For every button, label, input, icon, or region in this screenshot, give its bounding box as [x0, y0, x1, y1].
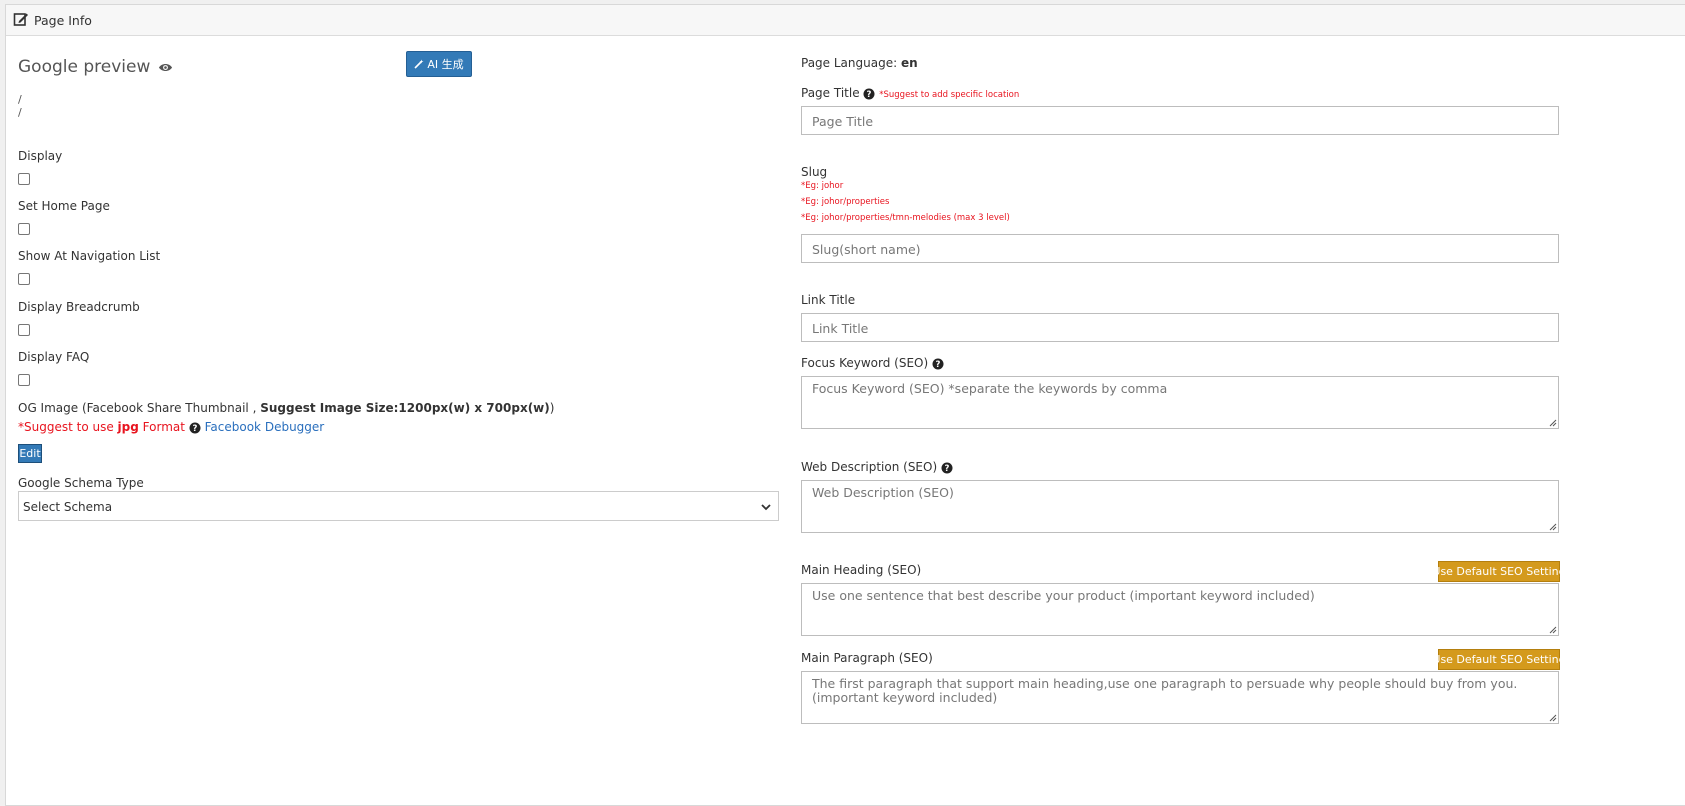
- main-heading-textarea[interactable]: Use one sentence that best describe your…: [801, 583, 1559, 636]
- slug-example-3: *Eg: johor/properties/tmn-melodies (max …: [801, 213, 1010, 223]
- schema-type-select[interactable]: Select Schema: [18, 491, 779, 521]
- show-navigation-label: Show At Navigation List: [18, 249, 161, 263]
- question-circle-icon[interactable]: ?: [932, 358, 944, 370]
- display-checkbox[interactable]: [18, 173, 30, 185]
- panel-title: Page Info: [34, 13, 92, 28]
- question-circle-icon[interactable]: ?: [863, 88, 875, 100]
- slug-placeholder: Slug(short name): [812, 242, 921, 257]
- format-hint-suffix: Format: [142, 420, 185, 434]
- main-paragraph-textarea[interactable]: The first paragraph that support main he…: [801, 671, 1559, 724]
- web-description-label: Web Description (SEO): [801, 460, 938, 474]
- page-title-label-row: Page Title ? *Suggest to add specific lo…: [801, 86, 1019, 100]
- display-label: Display: [18, 149, 63, 163]
- svg-text:?: ?: [945, 464, 950, 474]
- display-breadcrumb-checkbox[interactable]: [18, 324, 30, 336]
- display-faq-label: Display FAQ: [18, 350, 90, 364]
- main-paragraph-label: Main Paragraph (SEO): [801, 651, 933, 665]
- web-description-placeholder: Web Description (SEO): [812, 485, 954, 500]
- format-hint-jpg: jpg: [117, 420, 139, 434]
- og-image-label: OG Image (Facebook Share Thumbnail , Sug…: [18, 401, 554, 415]
- og-image-edit-button[interactable]: Edit: [18, 444, 42, 463]
- facebook-debugger-link[interactable]: Facebook Debugger: [205, 420, 325, 434]
- panel-header: Page Info: [6, 5, 1685, 36]
- resize-handle-icon[interactable]: [1548, 713, 1557, 722]
- display-faq-checkbox[interactable]: [18, 374, 30, 386]
- web-description-label-row: Web Description (SEO) ?: [801, 460, 953, 474]
- og-image-size-hint: Suggest Image Size:1200px(w) x 700px(w): [260, 401, 550, 415]
- ai-generate-button[interactable]: AI 生成: [406, 51, 472, 77]
- page-language-value: en: [900, 56, 918, 70]
- chevron-down-icon: [761, 504, 771, 511]
- page-language: Page Language: en: [801, 56, 918, 70]
- svg-text:?: ?: [867, 90, 872, 100]
- preview-url-line: /: [18, 93, 22, 106]
- page-language-label: Page Language:: [801, 56, 898, 70]
- main-heading-label: Main Heading (SEO): [801, 563, 922, 577]
- question-circle-icon[interactable]: ?: [941, 462, 953, 474]
- slug-input[interactable]: Slug(short name): [801, 234, 1559, 263]
- display-breadcrumb-label: Display Breadcrumb: [18, 300, 140, 314]
- svg-text:?: ?: [936, 360, 941, 370]
- page-title-hint: *Suggest to add specific location: [879, 90, 1020, 100]
- main-paragraph-default-seo-button[interactable]: Use Default SEO Setting: [1432, 649, 1566, 670]
- focus-keyword-label: Focus Keyword (SEO): [801, 356, 929, 370]
- link-title-placeholder: Link Title: [812, 321, 869, 336]
- page-title-label: Page Title: [801, 86, 860, 100]
- resize-handle-icon[interactable]: [1548, 522, 1557, 531]
- svg-text:?: ?: [192, 424, 197, 434]
- focus-keyword-label-row: Focus Keyword (SEO) ?: [801, 356, 944, 370]
- edit-icon: [13, 13, 28, 26]
- resize-handle-icon[interactable]: [1548, 418, 1557, 427]
- link-title-label: Link Title: [801, 293, 856, 307]
- page-title-placeholder: Page Title: [812, 114, 874, 129]
- main-heading-placeholder: Use one sentence that best describe your…: [812, 588, 1315, 603]
- og-image-format-hint: *Suggest to use jpg Format ? Facebook De…: [18, 420, 324, 434]
- og-image-label-close: ): [549, 401, 555, 415]
- main-heading-default-seo-button[interactable]: Use Default SEO Setting: [1432, 561, 1566, 582]
- preview-desc-line: /: [18, 106, 22, 119]
- format-hint-prefix: *Suggest to use: [18, 420, 114, 434]
- web-description-textarea[interactable]: Web Description (SEO): [801, 480, 1559, 533]
- google-preview-heading: Google preview: [18, 57, 173, 77]
- resize-handle-icon[interactable]: [1548, 625, 1557, 634]
- slug-example-1: *Eg: johor: [801, 181, 844, 191]
- focus-keyword-placeholder: Focus Keyword (SEO) *separate the keywor…: [812, 381, 1168, 396]
- slug-example-2: *Eg: johor/properties: [801, 197, 890, 207]
- og-image-label-text: OG Image (Facebook Share Thumbnail ,: [18, 401, 257, 415]
- focus-keyword-textarea[interactable]: Focus Keyword (SEO) *separate the keywor…: [801, 376, 1559, 429]
- set-home-page-label: Set Home Page: [18, 199, 110, 213]
- schema-selected-value: Select Schema: [23, 500, 113, 514]
- ai-generate-label: AI 生成: [427, 58, 464, 71]
- google-preview-title: Google preview: [18, 57, 151, 77]
- set-home-page-checkbox[interactable]: [18, 223, 30, 235]
- eye-icon[interactable]: [158, 62, 173, 73]
- question-circle-icon[interactable]: ?: [189, 422, 201, 434]
- link-title-input[interactable]: Link Title: [801, 313, 1559, 342]
- main-paragraph-placeholder: The first paragraph that support main he…: [812, 676, 1518, 705]
- magic-wand-icon: [414, 59, 424, 69]
- show-navigation-checkbox[interactable]: [18, 273, 30, 285]
- page-title-input[interactable]: Page Title: [801, 106, 1559, 135]
- schema-type-label: Google Schema Type: [18, 476, 144, 490]
- slug-label: Slug: [801, 165, 828, 179]
